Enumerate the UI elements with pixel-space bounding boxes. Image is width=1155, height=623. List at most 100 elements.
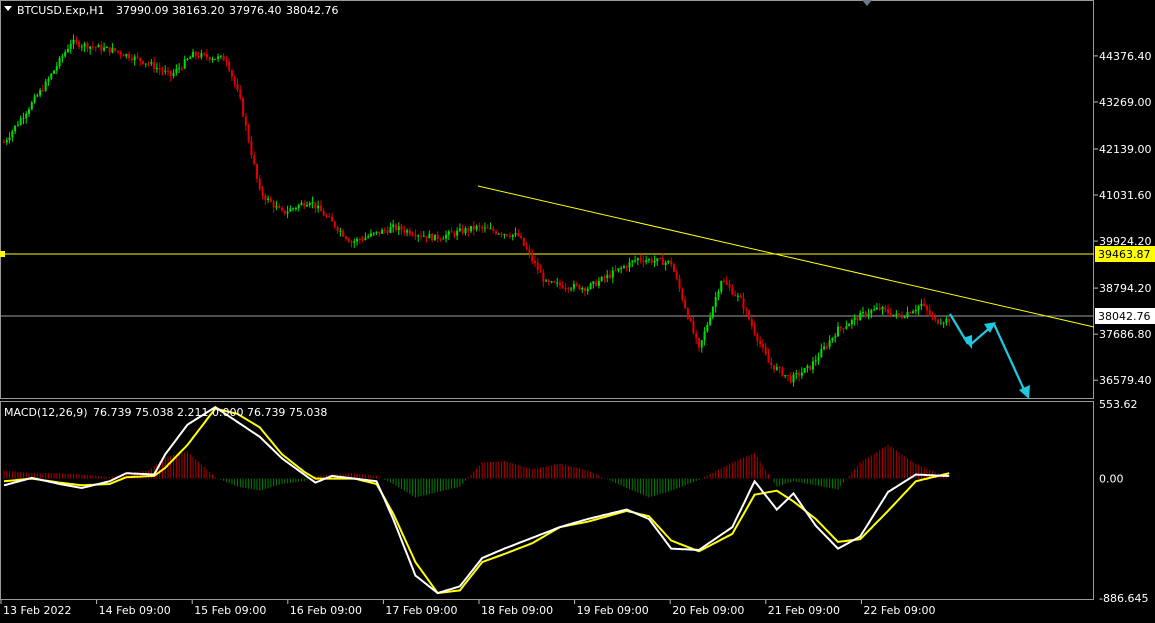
candle-body (617, 268, 620, 271)
candle-body (942, 322, 945, 324)
candle-body (319, 205, 322, 212)
candle-body (556, 282, 559, 284)
candle-body (728, 284, 731, 288)
candle-body (97, 44, 100, 48)
candle-body (347, 238, 350, 242)
price-tick-label: 37686.80 (1099, 328, 1152, 341)
candle-body (672, 264, 675, 272)
candle-body (609, 274, 612, 278)
candle-body (887, 309, 890, 314)
candle-body (361, 239, 364, 241)
candle-body (253, 155, 256, 165)
candle-body (33, 96, 36, 103)
macd-values: 76.739 75.038 2.211 0.000 76.739 75.038 (93, 406, 327, 419)
candle-body (275, 206, 278, 208)
candle-body (8, 137, 11, 141)
time-tick-label: 18 Feb 09:00 (481, 604, 553, 617)
candle-body (381, 229, 384, 234)
candle-body (692, 320, 695, 333)
candle-body (180, 68, 183, 70)
candle-body (247, 125, 250, 142)
candle-body (875, 307, 878, 310)
candle-body (748, 310, 751, 320)
chart-shift-marker-icon[interactable] (862, 0, 872, 6)
candle-body (742, 297, 745, 310)
candle-body (114, 48, 117, 51)
candle-body (586, 288, 589, 291)
candle-body (675, 271, 678, 279)
candle-body (570, 288, 573, 290)
candle-body (761, 344, 764, 348)
symbol-menu-triangle-icon[interactable] (4, 6, 12, 11)
candle-body (178, 68, 181, 70)
candle-body (606, 274, 609, 279)
candle-body (500, 233, 503, 235)
candle-body (66, 48, 69, 53)
candle-body (533, 260, 536, 263)
candle-body (19, 118, 22, 125)
macd-title: MACD(12,26,9) (4, 406, 88, 419)
candle-body (661, 258, 664, 266)
candle-body (417, 235, 420, 237)
macd-tick-label: 553.62 (1099, 398, 1138, 411)
candle-body (378, 231, 381, 234)
candle-body (278, 206, 281, 208)
candle-body (650, 259, 653, 263)
candle-body (83, 43, 86, 47)
time-tick-label: 15 Feb 09:00 (194, 604, 266, 617)
candle-body (94, 46, 97, 48)
candle-body (870, 310, 873, 314)
candle-body (53, 70, 56, 74)
candle-body (172, 72, 175, 77)
candle-body (303, 203, 306, 207)
candle-body (545, 280, 548, 282)
candle-body (684, 299, 687, 309)
candle-body (69, 43, 72, 49)
candle-body (914, 309, 917, 312)
time-tick-label: 19 Feb 09:00 (577, 604, 649, 617)
candle-body (39, 89, 42, 96)
candle-body (698, 338, 700, 348)
candle-body (539, 270, 542, 273)
candle-body (739, 295, 742, 298)
level-line-anchor[interactable] (0, 251, 5, 257)
candle-body (147, 63, 150, 65)
price-tick-label: 41031.60 (1099, 189, 1152, 202)
candle-body (105, 46, 108, 48)
candle-body (306, 205, 309, 207)
candle-body (689, 318, 692, 321)
candle-body (639, 258, 642, 261)
candle-body (236, 84, 239, 90)
candle-body (111, 48, 114, 53)
candle-body (128, 54, 131, 59)
candle-body (550, 281, 553, 283)
candle-body (478, 225, 481, 227)
candle-body (686, 308, 689, 319)
candle-body (344, 236, 347, 239)
forecast-arrow-path[interactable] (949, 313, 1030, 399)
chart-canvas[interactable]: 44376.4043269.0042139.0041031.6039924.20… (0, 0, 1155, 619)
candle-body (153, 62, 156, 69)
candle-body (447, 231, 450, 235)
candle-body (584, 287, 587, 291)
candle-body (514, 233, 517, 235)
candle-body (881, 307, 884, 310)
candle-body (817, 357, 820, 361)
candle-body (261, 189, 264, 196)
macd-histogram (3, 444, 947, 498)
candle-body (909, 312, 912, 314)
candle-body (711, 307, 714, 318)
candle-body (837, 326, 839, 337)
time-tick-label: 20 Feb 09:00 (672, 604, 744, 617)
candle-body (517, 233, 520, 236)
trading-chart-window[interactable]: 44376.40 43269.00 42139.00 41031.60 39924.20… (0, 0, 1155, 619)
candle-body (55, 66, 58, 71)
candle-body (383, 229, 386, 231)
candle-body (820, 349, 823, 358)
candle-body (389, 227, 392, 233)
candle-body (900, 316, 903, 318)
candle-body (317, 205, 320, 209)
candle-body (394, 224, 397, 231)
trendline[interactable] (477, 185, 1095, 328)
candle-body (456, 230, 459, 236)
